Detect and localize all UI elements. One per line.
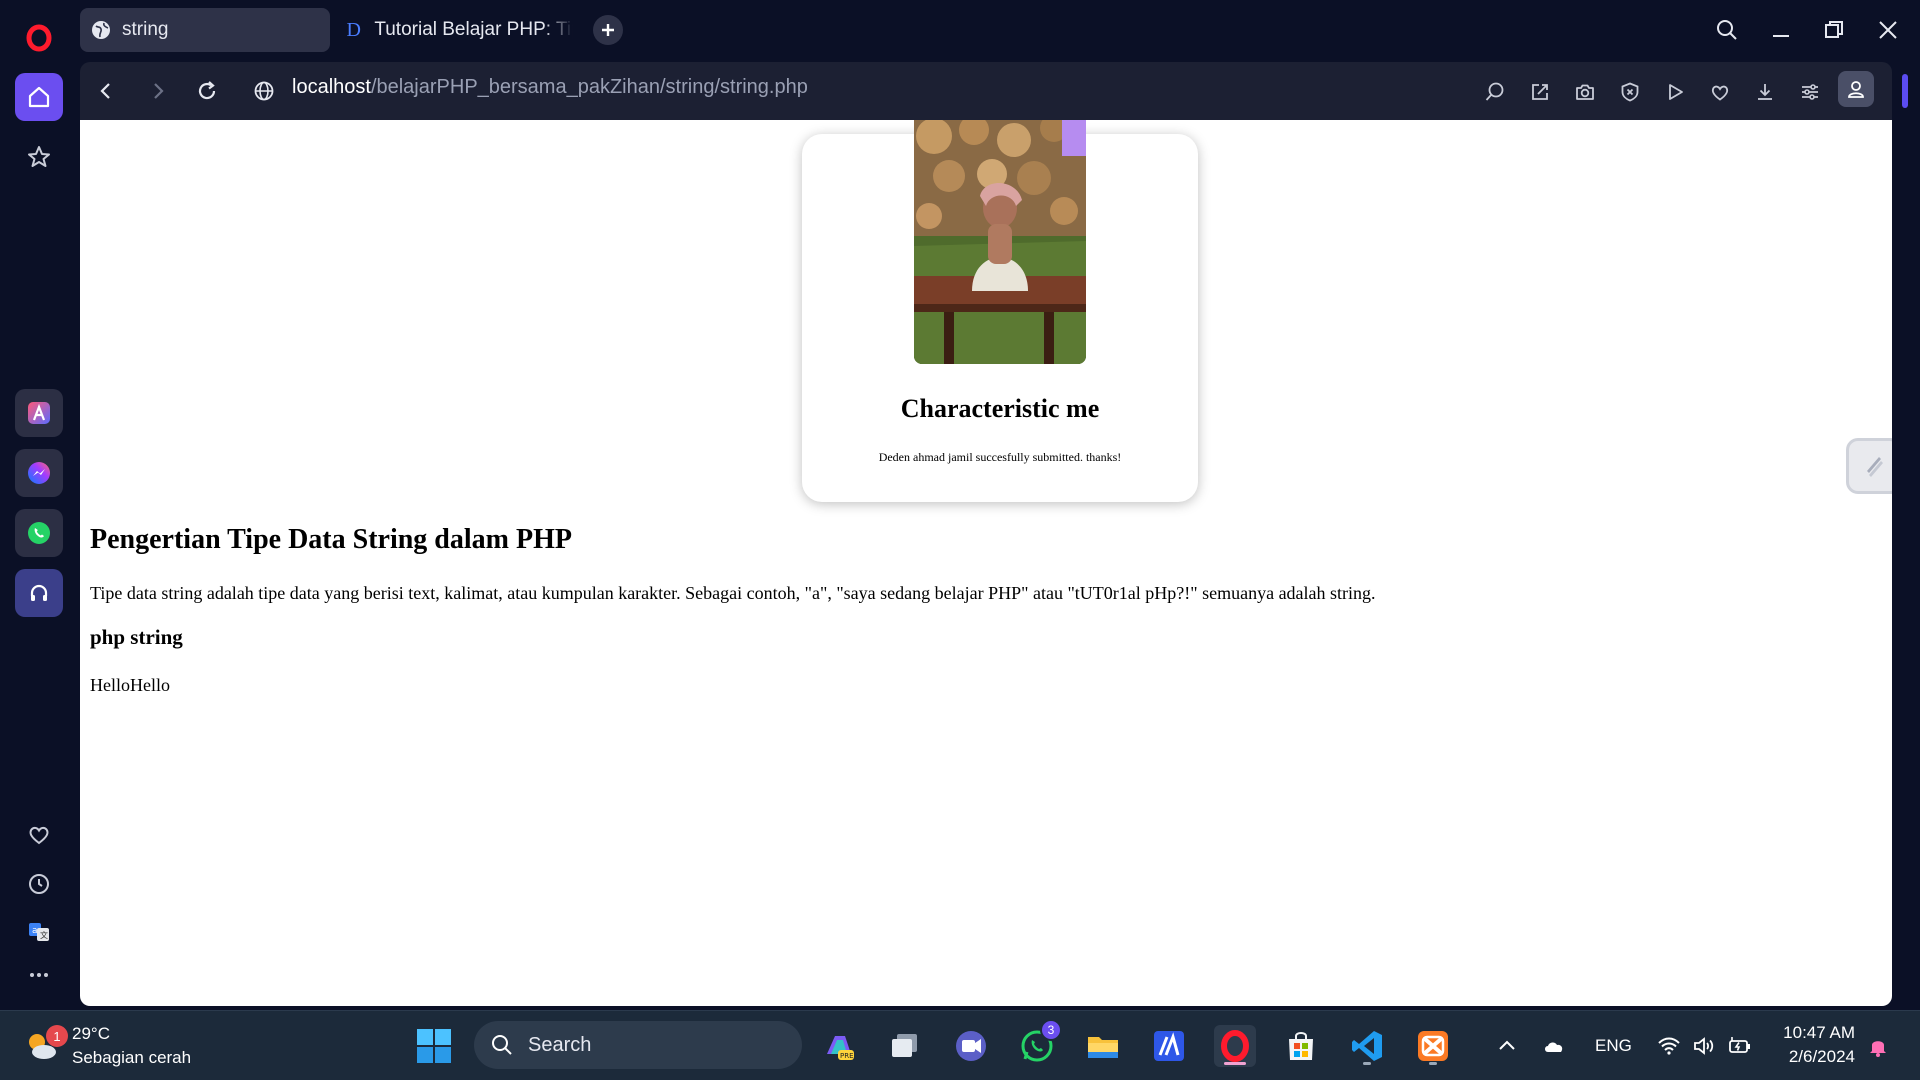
windows-taskbar: 1 29°C Sebagian cerah Search PRE 3 ENG 1… xyxy=(0,1010,1920,1080)
svg-text:文: 文 xyxy=(40,930,48,940)
page-paragraph: Tipe data string adalah tipe data yang b… xyxy=(90,583,1376,603)
tab-tutorial-php[interactable]: D Tutorial Belajar PHP: Tipe Data String… xyxy=(333,8,573,52)
language-indicator[interactable]: ENG xyxy=(1595,1031,1632,1061)
tab-title: Tutorial Belajar PHP: Tipe Data String d… xyxy=(374,19,573,40)
active-indicator xyxy=(1224,1062,1246,1065)
tab-string[interactable]: string xyxy=(80,8,330,52)
aria-ai-icon[interactable] xyxy=(15,389,63,437)
back-icon[interactable] xyxy=(88,73,124,109)
find-in-page-icon[interactable] xyxy=(1478,75,1512,109)
microsoft-store-icon[interactable] xyxy=(1280,1025,1322,1067)
bookmark-heart-icon[interactable] xyxy=(1703,75,1737,109)
music-player-icon[interactable] xyxy=(15,569,63,617)
star-icon[interactable] xyxy=(15,133,63,181)
notification-bell-icon[interactable] xyxy=(1866,1031,1890,1061)
restore-icon[interactable] xyxy=(1814,10,1854,50)
share-icon[interactable] xyxy=(1523,75,1557,109)
whatsapp-badge: 3 xyxy=(1040,1019,1062,1041)
history-clock-icon[interactable] xyxy=(15,860,63,908)
page-viewport: Characteristic me Deden ahmad jamil succ… xyxy=(80,120,1892,1006)
sub-heading: php string xyxy=(90,625,183,649)
heart-icon[interactable] xyxy=(15,811,63,859)
weather-partly-sunny-icon: 1 xyxy=(24,1025,68,1063)
url-host: localhost xyxy=(292,76,371,98)
extension-float-button[interactable] xyxy=(1846,438,1892,494)
search-icon xyxy=(492,1035,512,1055)
task-view-icon[interactable] xyxy=(884,1025,926,1067)
url-field[interactable]: localhost/belajarPHP_bersama_pakZihan/st… xyxy=(292,76,808,99)
tab-strip: string D Tutorial Belajar PHP: Tipe Data… xyxy=(78,0,1920,58)
address-bar: localhost/belajarPHP_bersama_pakZihan/st… xyxy=(80,62,1892,120)
opera-taskbar-icon[interactable] xyxy=(1214,1025,1256,1067)
new-tab-button[interactable] xyxy=(593,15,623,45)
clock-date: 2/6/2024 xyxy=(1788,1047,1855,1066)
profile-avatar-icon[interactable] xyxy=(1838,71,1874,107)
forward-icon[interactable] xyxy=(140,73,176,109)
tab-title: string xyxy=(122,19,169,40)
messenger-icon[interactable] xyxy=(15,449,63,497)
minimize-icon[interactable] xyxy=(1761,10,1801,50)
show-hidden-icons-chevron-icon[interactable] xyxy=(1495,1031,1519,1061)
player-play-icon[interactable] xyxy=(1658,75,1692,109)
reload-icon[interactable] xyxy=(189,73,225,109)
easy-setup-icon[interactable] xyxy=(1793,75,1827,109)
opera-sidebar: a文 xyxy=(0,0,78,1010)
duniailkom-icon: D xyxy=(346,18,361,41)
teams-chat-icon[interactable] xyxy=(950,1025,992,1067)
sidebar-accent-bar xyxy=(1902,74,1908,108)
globe-icon xyxy=(90,19,112,41)
windows-start-icon[interactable] xyxy=(416,1028,452,1064)
wifi-icon[interactable] xyxy=(1657,1031,1681,1061)
close-icon[interactable] xyxy=(1868,10,1908,50)
search-label: Search xyxy=(528,1033,592,1056)
svg-text:a: a xyxy=(32,926,38,936)
card-title: Characteristic me xyxy=(900,394,1100,423)
camera-snapshot-icon[interactable] xyxy=(1568,75,1602,109)
site-info-globe-icon[interactable] xyxy=(246,73,282,109)
onedrive-cloud-icon[interactable] xyxy=(1542,1031,1566,1061)
xampp-icon[interactable] xyxy=(1412,1025,1454,1067)
weather-temp: 29°C xyxy=(72,1024,110,1043)
weather-widget[interactable]: 1 29°C Sebagian cerah xyxy=(24,1021,191,1071)
svg-text:PRE: PRE xyxy=(840,1052,854,1060)
taskbar-search[interactable]: Search xyxy=(474,1021,802,1069)
php-output: HelloHello xyxy=(90,675,170,695)
vscode-icon[interactable] xyxy=(1346,1025,1388,1067)
clock-time: 10:47 AM xyxy=(1783,1023,1855,1042)
adblock-shield-icon[interactable] xyxy=(1613,75,1647,109)
running-indicator xyxy=(1363,1062,1371,1065)
home-icon[interactable] xyxy=(15,73,63,121)
weather-badge: 1 xyxy=(46,1025,68,1047)
whatsapp-taskbar-icon[interactable]: 3 xyxy=(1016,1019,1062,1067)
translate-icon[interactable]: a文 xyxy=(15,908,63,956)
more-dots-icon[interactable] xyxy=(15,951,63,999)
profile-photo xyxy=(914,120,1086,364)
aria-taskbar-icon[interactable] xyxy=(1148,1025,1190,1067)
page-heading: Pengertian Tipe Data String dalam PHP xyxy=(90,524,572,555)
card-text: Deden ahmad jamil succesfully submitted.… xyxy=(878,450,1122,464)
opera-logo-icon[interactable] xyxy=(15,14,63,62)
tab-search-icon[interactable] xyxy=(1707,10,1747,50)
file-explorer-icon[interactable] xyxy=(1082,1025,1124,1067)
whatsapp-icon[interactable] xyxy=(15,509,63,557)
download-icon[interactable] xyxy=(1748,75,1782,109)
clock[interactable]: 10:47 AM 2/6/2024 xyxy=(1775,1021,1855,1069)
volume-icon[interactable] xyxy=(1692,1031,1716,1061)
running-indicator xyxy=(1429,1062,1437,1065)
copilot-icon[interactable]: PRE xyxy=(818,1025,860,1067)
battery-charging-icon[interactable] xyxy=(1728,1031,1752,1061)
url-path: /belajarPHP_bersama_pakZihan/string/stri… xyxy=(370,76,808,98)
weather-desc: Sebagian cerah xyxy=(72,1048,192,1067)
